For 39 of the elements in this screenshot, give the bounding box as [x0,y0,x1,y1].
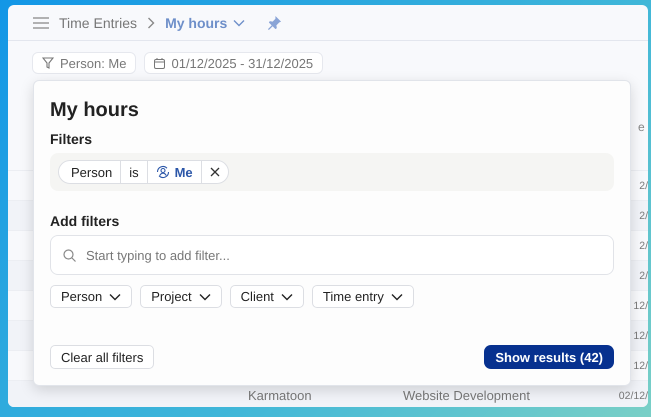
filter-option-dropdown[interactable]: Person [50,285,132,308]
section-label: Filters [50,131,94,147]
date-range-chip[interactable]: 01/12/2025 - 31/12/2025 [144,52,324,74]
menu-icon[interactable] [33,16,49,28]
filter-operator[interactable]: is [120,161,147,183]
chevron-down-icon [198,292,211,300]
filter-option-dropdown[interactable]: Client [230,285,304,308]
section-label: Add filters [50,213,120,229]
table-cell: Karmatoon [248,388,312,403]
filter-icon [42,57,54,69]
table-cell: 12/ [633,300,648,312]
calendar-icon [154,58,166,68]
table-cell: 2/ [639,180,648,192]
table-cell: 12/ [633,360,648,372]
filter-search-field[interactable]: Start typing to add filter... [50,235,614,275]
table-cell: 2/ [639,270,648,282]
filter-field[interactable]: Person [59,161,120,183]
popover-title: My hours [50,99,140,122]
table-cell: 2/ [639,240,648,252]
column-header: e [638,120,646,134]
chevron-down-icon [390,292,403,300]
clear-filters-button[interactable]: Clear all filters [50,345,154,369]
filter-option-dropdown[interactable]: Project [140,285,222,308]
show-results-button[interactable]: Show results (42) [484,345,614,369]
chevron-down-icon [109,292,122,300]
close-icon [210,167,220,177]
pin-icon[interactable] [267,15,282,30]
filter-value[interactable]: Me [146,161,201,183]
person-filter-chip[interactable]: Person: Me [32,52,136,74]
chevron-down-icon [233,18,246,26]
table-cell: 12/ [633,330,648,342]
chevron-down-icon [280,292,293,300]
table-cell: 02/12/ [618,390,648,402]
user-sync-icon [156,165,170,179]
breadcrumb-link[interactable]: Time Entries [59,14,138,30]
filter-option-dropdown[interactable]: Time entry [312,285,414,308]
chevron-right-icon [147,16,156,28]
table-cell: 2/ [639,210,648,222]
table-cell: Website Development [403,388,530,403]
